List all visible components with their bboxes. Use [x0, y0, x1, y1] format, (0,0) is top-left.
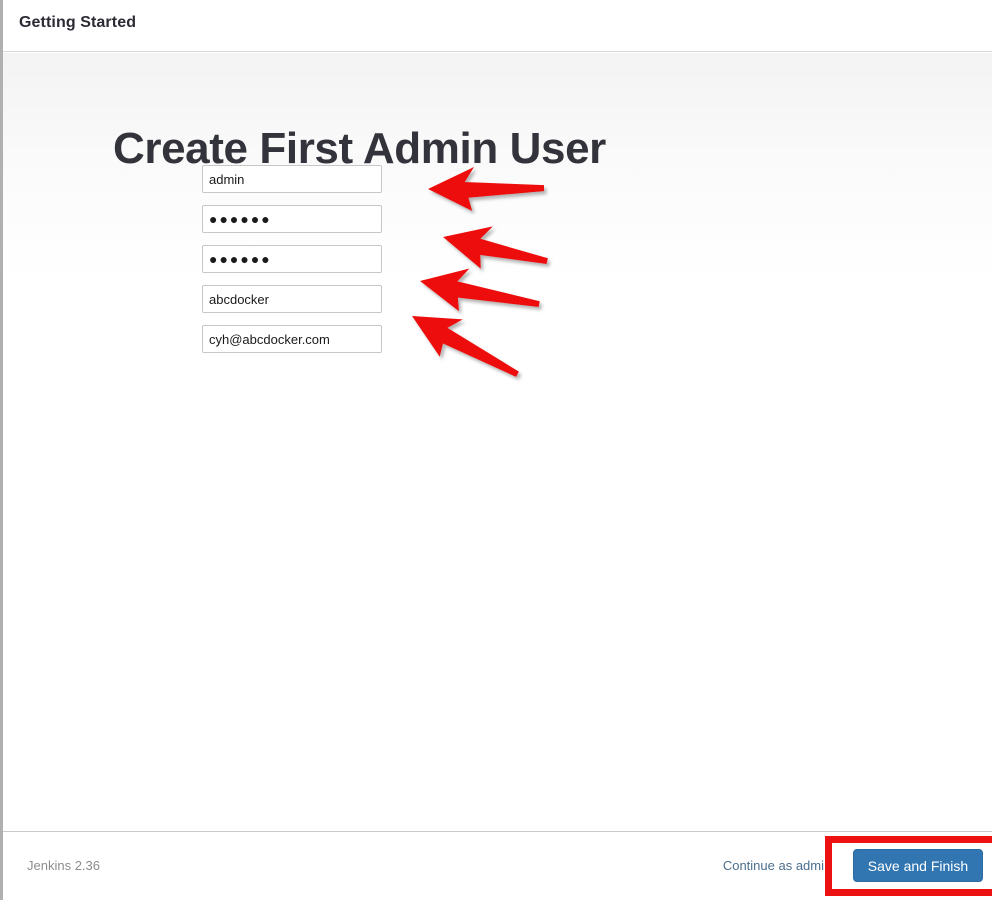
input-email[interactable]: [202, 325, 382, 353]
input-username[interactable]: [202, 165, 382, 193]
browser-window: Getting Started Create First Admin User …: [0, 0, 992, 900]
page-header: Getting Started: [3, 0, 992, 52]
input-password[interactable]: [202, 205, 382, 233]
input-confirm-password[interactable]: [202, 245, 382, 273]
main-content: Create First Admin User 用户名:密码:确认密码:全名:电…: [3, 53, 992, 831]
jenkins-version-label: Jenkins 2.36: [27, 858, 100, 873]
page-header-title: Getting Started: [19, 14, 137, 31]
page-footer: Jenkins 2.36 Continue as admi: [3, 831, 992, 900]
input-fullname[interactable]: [202, 285, 382, 313]
save-and-finish-button[interactable]: Save and Finish: [853, 849, 983, 882]
continue-as-admin-link[interactable]: Continue as admi: [723, 858, 824, 873]
